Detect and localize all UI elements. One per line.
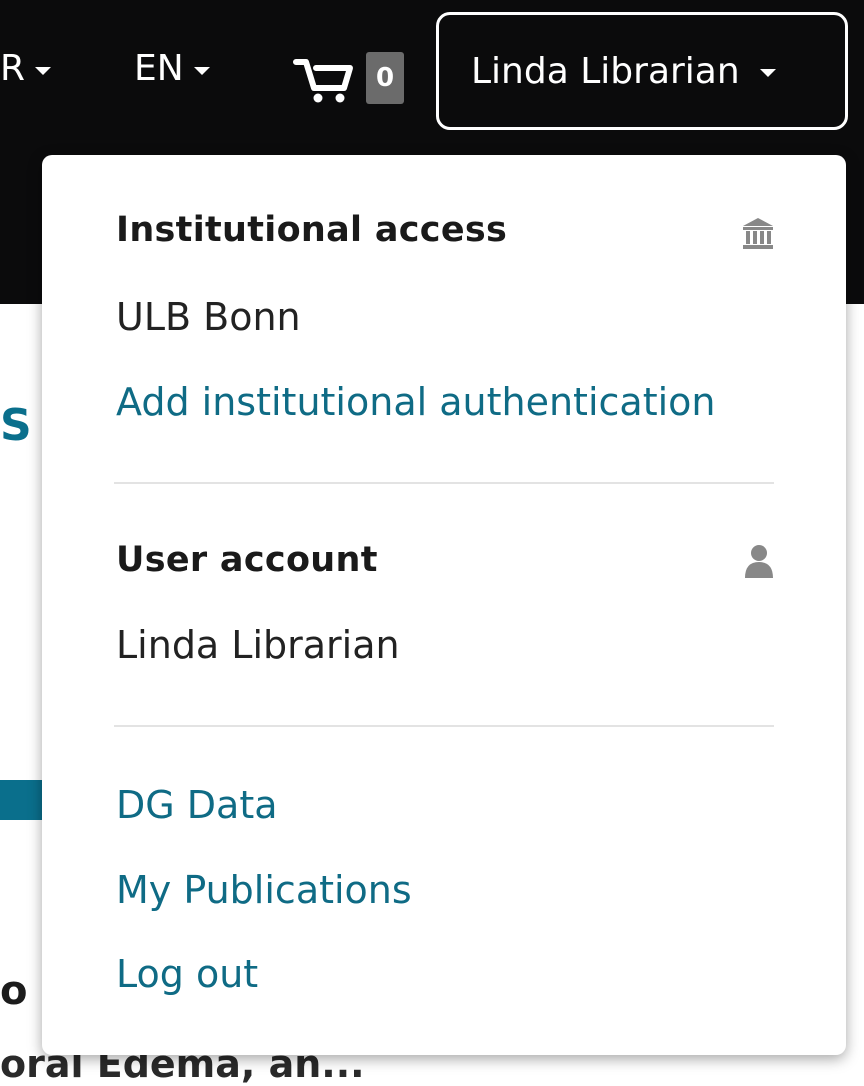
add-institutional-authentication-link[interactable]: Add institutional authentication (116, 380, 715, 424)
cart-count-badge: 0 (366, 52, 404, 104)
institution-name: ULB Bonn (116, 295, 301, 339)
user-account-name: Linda Librarian (116, 623, 400, 667)
log-out-link[interactable]: Log out (116, 952, 258, 996)
shopping-cart-icon (292, 50, 354, 106)
language-label: EN (134, 48, 184, 89)
user-account-header: User account (116, 540, 378, 580)
currency-dropdown[interactable]: R (0, 46, 52, 92)
cart-button[interactable]: 0 (292, 50, 412, 106)
user-icon (744, 544, 774, 582)
user-menu-label: Linda Librarian (471, 50, 740, 92)
page-text-fragment: o (0, 968, 28, 1014)
caret-down-icon (193, 67, 210, 75)
dg-data-link[interactable]: DG Data (116, 783, 278, 827)
user-menu-button[interactable]: Linda Librarian (436, 12, 848, 130)
my-publications-link[interactable]: My Publications (116, 868, 412, 912)
user-dropdown-menu: Institutional access ULB Bonn Add instit… (42, 155, 846, 1055)
menu-divider (114, 482, 774, 484)
institution-icon (742, 217, 774, 255)
language-dropdown[interactable]: EN (134, 46, 210, 92)
institutional-access-header: Institutional access (116, 210, 508, 250)
currency-label: R (0, 48, 26, 89)
menu-divider (114, 725, 774, 727)
page-heading-fragment: S (0, 400, 32, 451)
caret-down-icon (35, 67, 52, 75)
caret-down-icon (759, 69, 776, 77)
